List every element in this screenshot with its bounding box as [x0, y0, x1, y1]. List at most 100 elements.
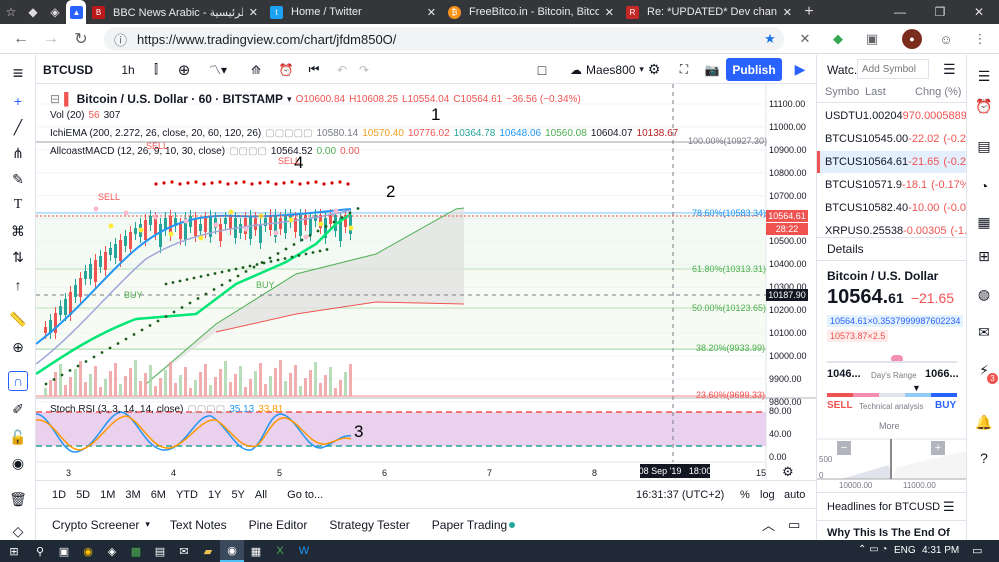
tab-tradingview[interactable]: ▲: [66, 0, 86, 24]
menu-dots-icon[interactable]: ⋮: [970, 29, 990, 49]
gear-icon[interactable]: ⚙: [782, 464, 794, 480]
eye-icon[interactable]: ◉: [8, 453, 28, 473]
indicator-controls-icon[interactable]: ▢▢▢▢: [187, 404, 225, 415]
log-toggle[interactable]: log: [760, 489, 775, 501]
tab-pine-editor[interactable]: Pine Editor: [249, 518, 308, 532]
app-icon[interactable]: ▦: [244, 540, 268, 562]
tab-strategy-tester[interactable]: Strategy Tester: [329, 518, 409, 532]
headlines-header[interactable]: Headlines for BTCUSD: [827, 501, 940, 513]
chats-icon[interactable]: ✉: [973, 321, 995, 343]
extension-x-icon[interactable]: ✕: [795, 29, 815, 49]
watchlist-row[interactable]: BTCUS10582.40-10.00(-0.09: [817, 197, 966, 219]
maximize-panel-icon[interactable]: ▭: [788, 517, 800, 533]
list-icon[interactable]: ☰: [943, 499, 955, 515]
brush-icon[interactable]: ✎: [8, 169, 28, 189]
action-center-icon[interactable]: ▭: [972, 544, 982, 557]
pattern-icon[interactable]: ⌘: [8, 221, 28, 241]
indicator-name[interactable]: Stoch RSI (3, 3, 14, 14, close): [50, 404, 183, 415]
news-headline[interactable]: Why This Is The End Of: [827, 527, 950, 539]
emoji-icon[interactable]: ☺: [936, 29, 956, 49]
range-1d[interactable]: 1D: [52, 489, 66, 501]
redo-icon[interactable]: ↷: [354, 59, 374, 80]
add-symbol-input[interactable]: [857, 59, 929, 79]
url-field[interactable]: ⓘ https://www.tradingview.com/chart/jfdm…: [104, 27, 784, 51]
tab-bbc[interactable]: B BBC News Arabic - الرئيسية ✕: [86, 0, 264, 24]
crosshair-icon[interactable]: +: [8, 91, 28, 111]
magnet-icon[interactable]: ∩: [8, 371, 28, 391]
bookmark-star-icon[interactable]: ★: [760, 29, 780, 49]
app-icon[interactable]: ▤: [148, 540, 172, 562]
search-icon[interactable]: ⚲: [28, 540, 52, 562]
range-5d[interactable]: 5D: [76, 489, 90, 501]
zoom-in-button[interactable]: +: [931, 441, 945, 455]
close-icon[interactable]: ✕: [783, 6, 792, 19]
chevron-down-icon[interactable]: ▾: [287, 94, 292, 105]
profile-avatar[interactable]: ●: [902, 29, 922, 49]
dreamweaver-icon[interactable]: ▩: [124, 540, 148, 562]
windows-start-icon[interactable]: ⊞: [0, 540, 28, 562]
language-indicator[interactable]: ENG: [894, 545, 916, 556]
trend-line-icon[interactable]: ╱: [8, 117, 28, 137]
technical-analysis-link[interactable]: Technical analysis: [859, 402, 923, 411]
indicator-controls-icon[interactable]: ▢▢▢▢▢: [265, 128, 312, 139]
trash-icon[interactable]: 🗑: [8, 489, 28, 509]
calendar-icon[interactable]: ▦: [973, 211, 995, 233]
collapse-icon[interactable]: ⊟: [50, 92, 60, 106]
close-icon[interactable]: ✕: [249, 6, 258, 19]
range-1y[interactable]: 1Y: [208, 489, 221, 501]
chevron-up-icon[interactable]: ︿: [762, 515, 775, 534]
ruler-icon[interactable]: 📏: [8, 309, 28, 329]
watchlist-icon[interactable]: ☰: [973, 65, 995, 87]
tray-icons[interactable]: ⌃ ▭ ◔: [858, 544, 887, 555]
annotation-2[interactable]: 2: [386, 182, 395, 202]
indicator-name[interactable]: Vol (20): [50, 110, 84, 121]
layout-icon[interactable]: □: [532, 59, 552, 80]
watchlist-row[interactable]: BTCUS10545.00-22.02(-0.21: [817, 128, 966, 150]
range-1m[interactable]: 1M: [100, 489, 115, 501]
hotlist-icon[interactable]: ◔: [973, 175, 995, 197]
new-tab-icon[interactable]: +: [798, 0, 820, 24]
add-indicator-icon[interactable]: ⊕: [174, 59, 194, 80]
details-header[interactable]: Details: [827, 242, 864, 256]
maximize-icon[interactable]: ❐: [920, 0, 960, 24]
lock-icon[interactable]: 🔓: [8, 427, 28, 447]
tab-freebitco[interactable]: ₿ FreeBitco.in - Bitcoin, Bitcoin Pric ✕: [442, 0, 620, 24]
folder-icon[interactable]: ▰: [196, 540, 220, 562]
gear-icon[interactable]: ⚙: [644, 59, 664, 80]
symbol-search[interactable]: BTCUSD: [43, 59, 93, 80]
back-icon[interactable]: ←: [6, 30, 36, 48]
streams-icon[interactable]: ◍: [973, 283, 995, 305]
layers-icon[interactable]: ◇: [8, 521, 28, 541]
tab-twitter[interactable]: t Home / Twitter ✕: [264, 0, 442, 24]
close-icon[interactable]: ✕: [605, 6, 614, 19]
camera-icon[interactable]: 📷: [702, 59, 722, 80]
interval-button[interactable]: 1h: [118, 59, 138, 80]
extension-icon[interactable]: ◆: [828, 29, 848, 49]
excel-icon[interactable]: X: [268, 540, 292, 562]
indicators-icon[interactable]: ⟰: [246, 59, 266, 80]
undo-icon[interactable]: ↶: [332, 59, 352, 80]
auto-toggle[interactable]: auto: [784, 489, 805, 501]
zoom-in-icon[interactable]: ⊕: [8, 337, 28, 357]
extension-icon[interactable]: ▣: [862, 29, 882, 49]
tab-dev-channel[interactable]: R Re: *UPDATED* Dev channel upd ✕: [620, 0, 798, 24]
more-link[interactable]: More: [879, 421, 900, 431]
chart-area[interactable]: ⊟ ▌ Bitcoin / U.S. Dollar · 60 · BITSTAM…: [36, 84, 816, 480]
tab-text-notes[interactable]: Text Notes: [170, 518, 227, 532]
taskbar-clock[interactable]: 4:31 PM: [922, 545, 959, 556]
close-icon[interactable]: ✕: [427, 6, 436, 19]
mail-icon[interactable]: ✉: [172, 540, 196, 562]
indicator-name[interactable]: IchiEMA (200, 2.272, 26, close, 20, 60, …: [50, 128, 261, 139]
indicator-controls-icon[interactable]: ▢▢▢▢: [229, 146, 267, 157]
chrome-icon[interactable]: ◉: [76, 540, 100, 562]
candles-icon[interactable]: ⫿: [146, 59, 166, 80]
data-window-icon[interactable]: ▤: [973, 135, 995, 157]
word-icon[interactable]: W: [292, 540, 316, 562]
alert-icon[interactable]: ⏰: [276, 59, 296, 80]
range-3m[interactable]: 3M: [125, 489, 140, 501]
text-tool-icon[interactable]: T: [8, 195, 28, 215]
arrow-up-icon[interactable]: ↑: [8, 275, 28, 295]
range-all[interactable]: All: [255, 489, 267, 501]
replay-icon[interactable]: ⏮: [304, 59, 324, 80]
percent-toggle[interactable]: %: [740, 489, 750, 501]
